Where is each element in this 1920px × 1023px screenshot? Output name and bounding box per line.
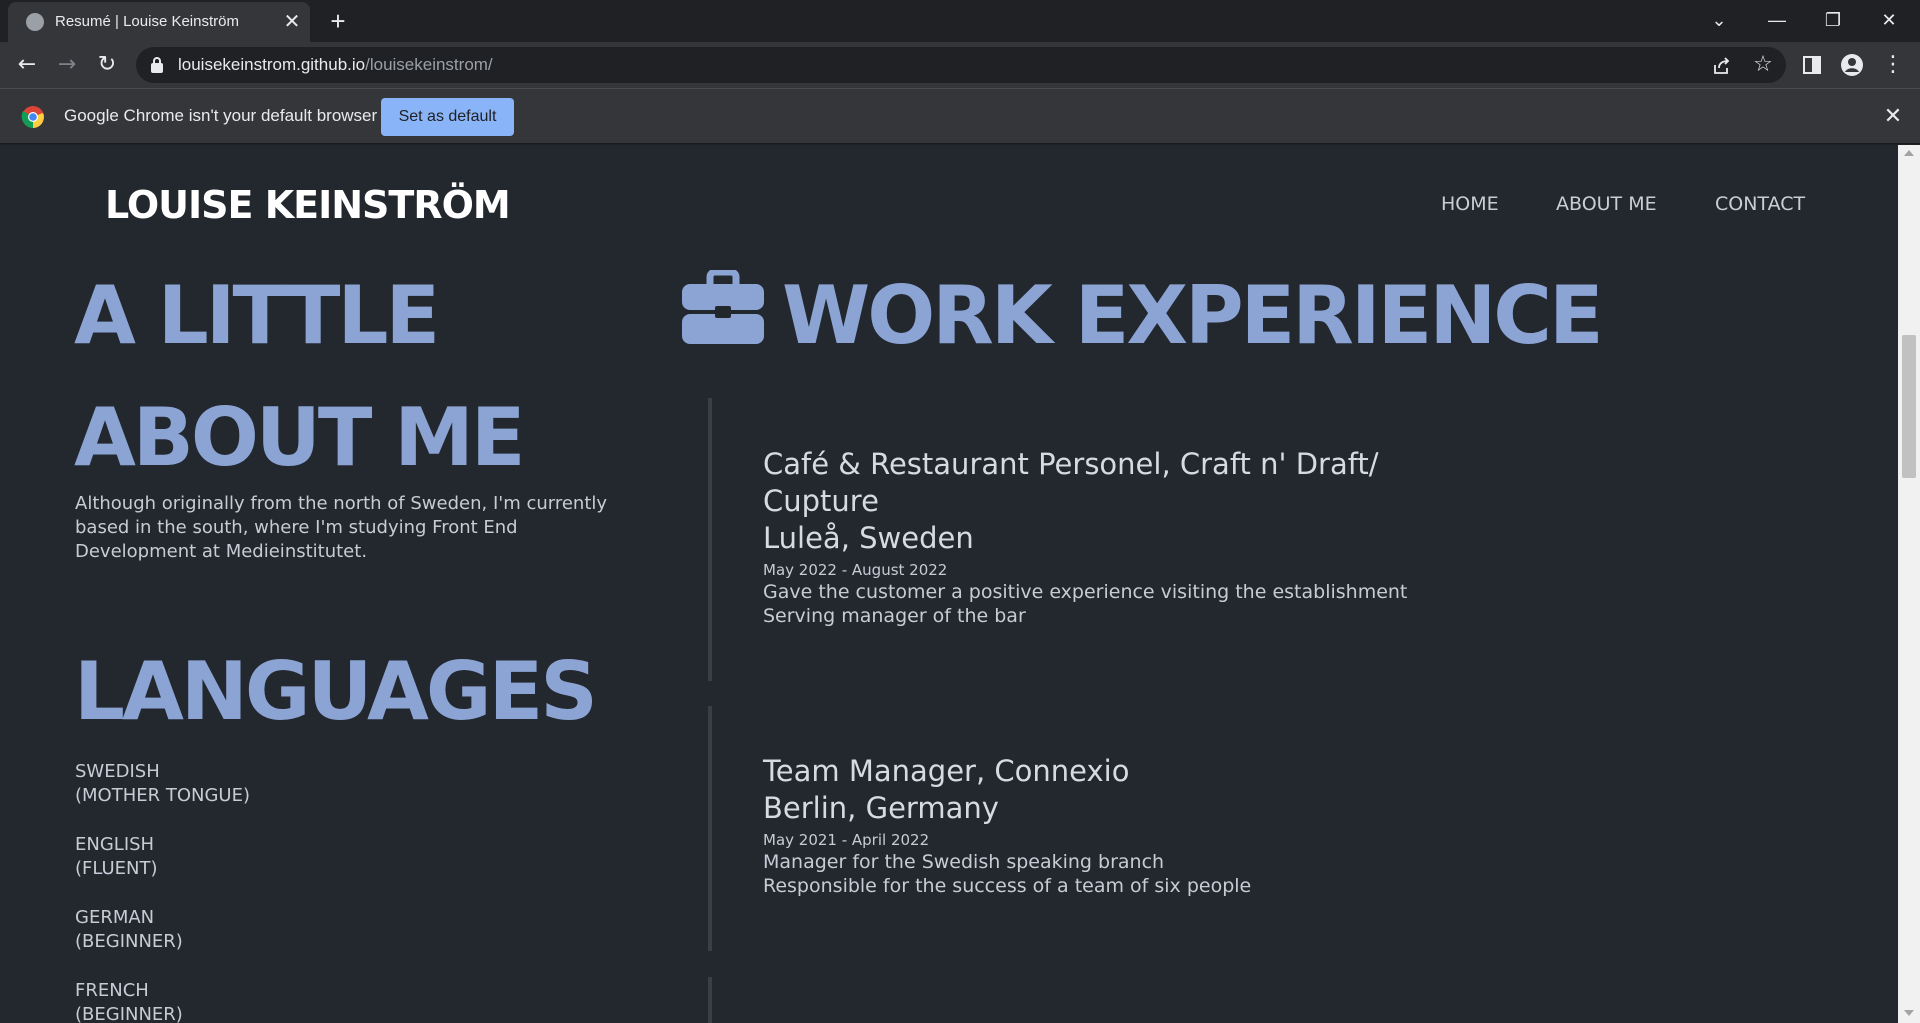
job-duty: Responsible for the success of a team of… <box>763 875 1252 897</box>
language-item: FRENCH (BEGINNER) <box>75 979 183 1023</box>
profile-icon[interactable] <box>1841 54 1863 76</box>
job-dates: May 2021 - April 2022 <box>763 831 930 849</box>
language-name: FRENCH <box>75 980 149 1001</box>
language-level: (FLUENT) <box>75 858 158 879</box>
back-icon[interactable]: ← <box>12 50 42 80</box>
restore-icon[interactable]: ❐ <box>1810 0 1856 40</box>
job-entry: Café & Restaurant Personel, Craft n' Dra… <box>763 446 1483 628</box>
new-tab-button[interactable]: + <box>322 6 354 38</box>
language-name: ENGLISH <box>75 834 155 855</box>
job-title-continued: Cupture <box>763 484 879 518</box>
languages-heading: LANGUAGES <box>74 645 598 738</box>
forward-icon[interactable]: → <box>52 50 82 80</box>
language-item: GERMAN (BEGINNER) <box>75 906 183 954</box>
side-panel-icon[interactable] <box>1802 55 1822 75</box>
browser-toolbar: ← → ↻ louisekeinstrom.github.io/louiseke… <box>0 42 1920 88</box>
share-icon[interactable] <box>1712 56 1732 76</box>
language-name: GERMAN <box>75 907 155 928</box>
job-title: Café & Restaurant Personel, Craft n' Dra… <box>763 447 1379 481</box>
infobar-close-icon[interactable]: ✕ <box>1878 102 1908 132</box>
language-level: (BEGINNER) <box>75 931 183 952</box>
language-level: (MOTHER TONGUE) <box>75 785 250 806</box>
job-duty: Gave the customer a positive experience … <box>763 581 1408 603</box>
set-as-default-button[interactable]: Set as default <box>381 98 514 136</box>
url-path: /louisekeinstrom/ <box>365 55 493 74</box>
timeline-divider <box>708 398 712 681</box>
work-heading: WORK EXPERIENCE <box>782 269 1604 362</box>
infobar-message: Google Chrome isn't your default browser <box>64 106 378 125</box>
job-duty: Serving manager of the bar <box>763 605 1026 627</box>
about-text: Although originally from the north of Sw… <box>75 493 608 562</box>
globe-icon <box>26 13 44 31</box>
language-item: ENGLISH (FLUENT) <box>75 833 158 881</box>
window-close-icon[interactable]: ✕ <box>1866 0 1912 40</box>
scroll-down-arrow-icon[interactable] <box>1904 1010 1914 1016</box>
job-title: Team Manager, Connexio <box>763 754 1130 788</box>
lock-icon <box>151 57 163 73</box>
job-entry: Team Manager, Connexio Berlin, Germany M… <box>763 753 1483 898</box>
page-scrollbar[interactable] <box>1898 145 1920 1023</box>
job-dates: May 2022 - August 2022 <box>763 561 948 579</box>
site-brand[interactable]: LOUISE KEINSTRÖM <box>105 183 511 227</box>
about-heading-line1: A LITTLE <box>74 269 440 362</box>
minimize-icon[interactable]: — <box>1754 0 1800 40</box>
job-location: Luleå, Sweden <box>763 521 974 555</box>
tab-strip: Resumé | Louise Keinström ✕ + ⌄ — ❐ ✕ <box>0 0 1920 42</box>
nav-home-link[interactable]: HOME <box>1441 193 1499 215</box>
default-browser-infobar: Google Chrome isn't your default browser… <box>0 88 1920 144</box>
url-domain: louisekeinstrom.github.io <box>178 55 366 74</box>
briefcase-icon <box>682 270 764 344</box>
chrome-logo-icon <box>21 106 44 128</box>
address-bar[interactable]: louisekeinstrom.github.io/louisekeinstro… <box>136 47 1786 83</box>
browser-tab-active[interactable]: Resumé | Louise Keinström ✕ <box>8 2 310 42</box>
url-text: louisekeinstrom.github.io/louisekeinstro… <box>178 55 493 75</box>
about-heading-line2: ABOUT ME <box>74 391 526 484</box>
job-duty: Manager for the Swedish speaking branch <box>763 851 1165 873</box>
language-name: SWEDISH <box>75 761 160 782</box>
scroll-up-arrow-icon[interactable] <box>1904 150 1914 156</box>
nav-contact-link[interactable]: CONTACT <box>1715 193 1805 215</box>
tab-close-icon[interactable]: ✕ <box>280 9 304 33</box>
timeline-divider <box>708 977 712 1023</box>
bookmark-star-icon[interactable]: ☆ <box>1748 50 1778 80</box>
reload-icon[interactable]: ↻ <box>92 50 122 80</box>
tab-title: Resumé | Louise Keinström <box>55 13 239 30</box>
nav-about-link[interactable]: ABOUT ME <box>1556 193 1657 215</box>
webpage: LOUISE KEINSTRÖM HOME ABOUT ME CONTACT A… <box>0 145 1898 1023</box>
language-level: (BEGINNER) <box>75 1004 183 1023</box>
job-location: Berlin, Germany <box>763 791 999 825</box>
language-item: SWEDISH (MOTHER TONGUE) <box>75 760 250 808</box>
scrollbar-thumb[interactable] <box>1902 335 1916 478</box>
menu-kebab-icon[interactable]: ⋮ <box>1878 50 1908 80</box>
timeline-divider <box>708 706 712 951</box>
tab-search-chevron-icon[interactable]: ⌄ <box>1696 0 1742 40</box>
